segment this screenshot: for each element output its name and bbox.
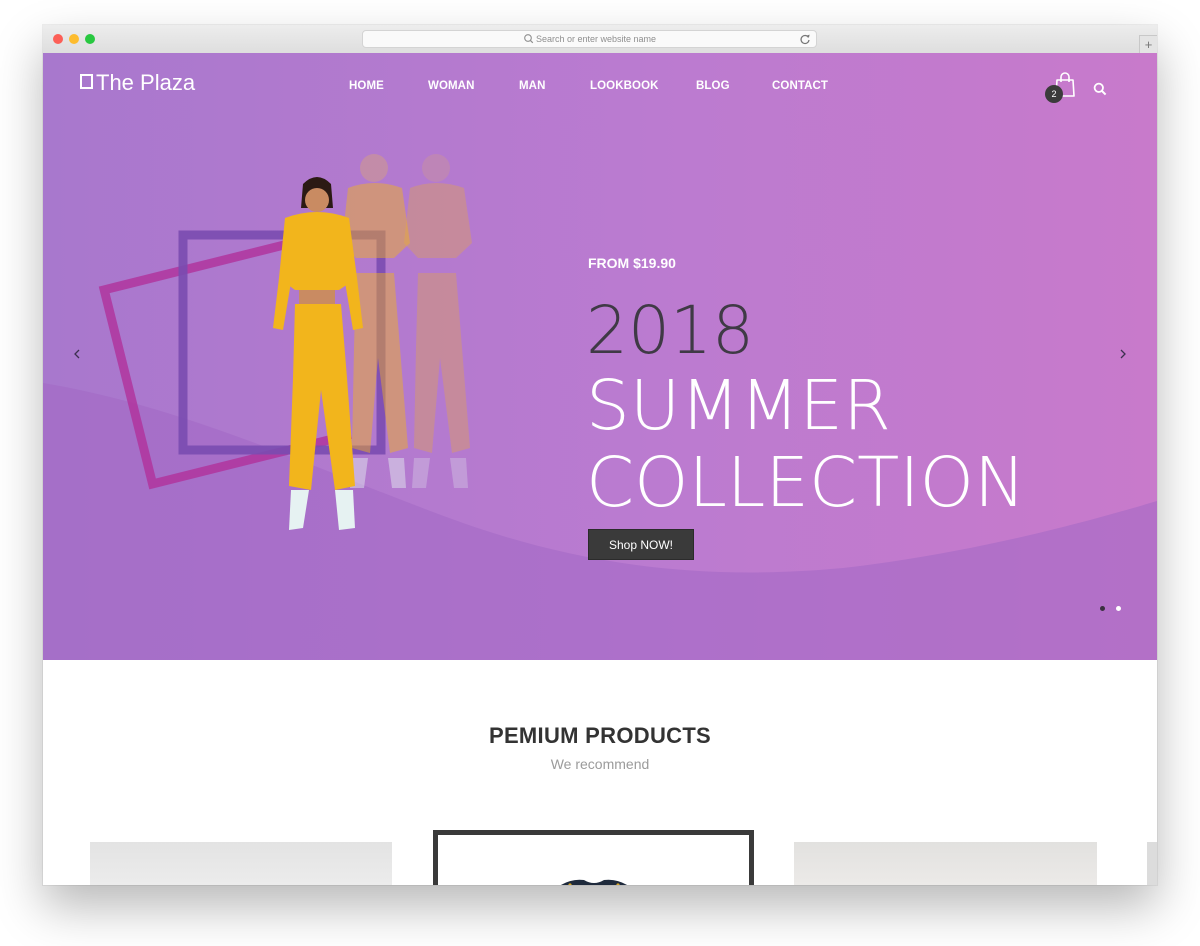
cart-button[interactable]: 2 bbox=[1045, 72, 1081, 106]
browser-toolbar: Search or enter website name + bbox=[43, 25, 1157, 54]
reload-icon[interactable] bbox=[799, 32, 811, 46]
nav-man[interactable]: MAN bbox=[519, 79, 546, 93]
logo-square-icon bbox=[80, 74, 93, 89]
slide-dot-2[interactable] bbox=[1116, 606, 1121, 611]
minimize-window-button[interactable] bbox=[69, 34, 79, 44]
hero-slider: The Plaza HOME WOMAN MAN LOOKBOOK BLOG C… bbox=[43, 53, 1157, 660]
nav-contact[interactable]: CONTACT bbox=[772, 79, 828, 93]
hero-headline-line-3: COLLECTION bbox=[586, 443, 1026, 523]
close-window-button[interactable] bbox=[53, 34, 63, 44]
url-search-icon bbox=[524, 34, 534, 44]
cart-count-badge: 2 bbox=[1045, 85, 1063, 103]
logo-text: The Plaza bbox=[96, 70, 196, 95]
slide-dot-1[interactable] bbox=[1100, 606, 1105, 611]
section-subtitle: We recommend bbox=[550, 756, 650, 772]
chevron-right-icon[interactable] bbox=[1118, 347, 1128, 361]
model-image bbox=[273, 154, 472, 530]
hero-year: 2018 bbox=[586, 292, 754, 369]
address-bar-placeholder: Search or enter website name bbox=[535, 34, 657, 44]
nav-woman[interactable]: WOMAN bbox=[428, 79, 475, 93]
section-title: PEMIUM PRODUCTS bbox=[488, 723, 712, 748]
product-card[interactable] bbox=[1147, 842, 1157, 885]
nav-lookbook[interactable]: LOOKBOOK bbox=[590, 79, 659, 93]
hero-headline-line-2: SUMMER bbox=[586, 366, 891, 446]
product-card[interactable] bbox=[794, 842, 1097, 885]
product-card[interactable] bbox=[90, 842, 392, 885]
chevron-left-icon[interactable] bbox=[72, 347, 82, 361]
new-tab-button[interactable]: + bbox=[1139, 35, 1157, 53]
nav-blog[interactable]: BLOG bbox=[696, 79, 730, 93]
address-bar[interactable]: Search or enter website name bbox=[362, 30, 817, 48]
hero-price-label: FROM $19.90 bbox=[588, 255, 676, 271]
browser-window: Search or enter website name + The Plaza… bbox=[43, 25, 1157, 885]
search-icon[interactable] bbox=[1093, 82, 1107, 96]
zoom-window-button[interactable] bbox=[85, 34, 95, 44]
product-card[interactable] bbox=[433, 830, 754, 885]
nav-home[interactable]: HOME bbox=[349, 79, 384, 93]
shop-now-button[interactable]: Shop NOW! bbox=[588, 529, 694, 560]
product-image bbox=[560, 879, 628, 885]
